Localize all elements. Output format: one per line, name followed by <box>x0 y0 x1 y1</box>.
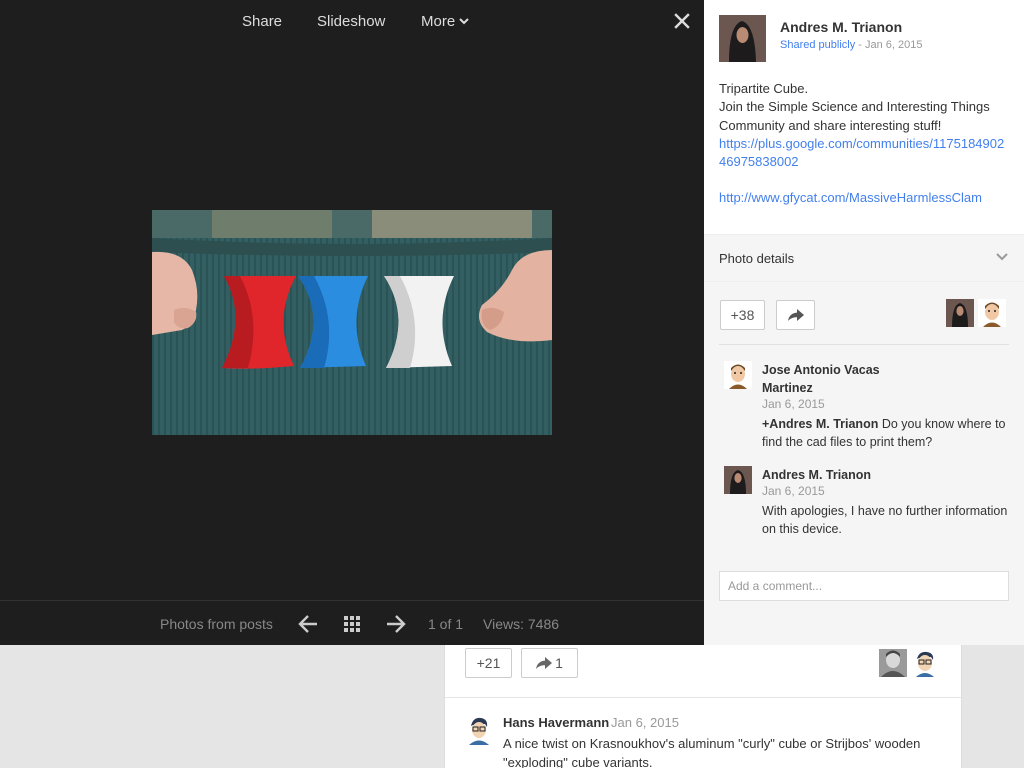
lightbox-toolbar: Share Slideshow More <box>0 0 704 44</box>
avatar-cartoon-man[interactable] <box>978 299 1006 327</box>
background-comment-date[interactable]: Jan 6, 2015 <box>611 715 679 730</box>
photo-counter: 1 of 1 <box>428 616 464 632</box>
post-author-name[interactable]: Andres M. Trianon <box>780 19 902 35</box>
reshare-icon <box>536 657 553 669</box>
close-icon[interactable] <box>672 11 692 31</box>
background-reshare-button[interactable]: 1 <box>521 648 578 678</box>
comment-author[interactable]: Andres M. Trianon <box>762 466 912 484</box>
photos-from-posts-link[interactable]: Photos from posts <box>160 616 273 632</box>
reshare-button[interactable] <box>776 300 815 330</box>
community-link[interactable]: https://plus.google.com/communities/1175… <box>719 135 1009 172</box>
comment-text: With apologies, I have no further inform… <box>762 504 1008 536</box>
chevron-down-icon <box>996 253 1008 261</box>
background-comment-text: A nice twist on Krasnoukhov's aluminum "… <box>503 736 921 768</box>
social-section: +38 Jose Antonio Vacas Martinez Jan 6, 2… <box>704 282 1024 645</box>
more-menu-button[interactable]: More <box>421 13 469 30</box>
background-post-card: +21 1 Hans Havermann Jan 6, 2015 A nice … <box>444 645 962 768</box>
main-photo[interactable] <box>152 210 552 435</box>
post-body: Tripartite Cube. Join the Simple Science… <box>719 80 1009 208</box>
plusers-avatars <box>946 299 1006 327</box>
view-count: Views: 7486 <box>483 616 560 632</box>
photo-details-label: Photo details <box>719 251 795 266</box>
author-avatar[interactable] <box>719 15 766 62</box>
background-plusers <box>879 649 939 677</box>
avatar-hooded-person[interactable] <box>724 466 752 494</box>
slideshow-button[interactable]: Slideshow <box>317 13 385 30</box>
chevron-down-icon <box>459 18 469 25</box>
avatar-hooded-person <box>719 15 766 62</box>
post-date[interactable]: Jan 6, 2015 <box>865 39 923 51</box>
post-description: Join the Simple Science and Interesting … <box>719 99 990 133</box>
post-spacer <box>719 171 1009 189</box>
lightbox-footer: Photos from posts 1 of 1 Views: 7486 <box>0 600 704 645</box>
meta-separator: - <box>858 39 862 51</box>
post-title-line: Tripartite Cube. <box>719 81 809 96</box>
avatar-cartoon-glasses[interactable] <box>465 715 493 745</box>
background-reshare-count: 1 <box>555 655 563 671</box>
avatar-cartoon-man[interactable] <box>724 361 752 389</box>
more-label: More <box>421 13 456 30</box>
arrow-left-icon[interactable] <box>297 613 319 635</box>
comment-text: +Andres M. Trianon Do you know where to … <box>762 415 1012 451</box>
add-comment-input[interactable] <box>719 571 1009 601</box>
avatar-grayscale-man[interactable] <box>879 649 907 677</box>
post-side-panel: Andres M. Trianon Shared publicly - Jan … <box>704 0 1024 645</box>
plus-one-button[interactable]: +38 <box>720 300 765 330</box>
background-post-actions: +21 1 <box>465 648 578 678</box>
background-plus-one-button[interactable]: +21 <box>465 648 512 678</box>
avatar-cartoon-glasses[interactable] <box>911 649 939 677</box>
photo-details-toggle[interactable]: Photo details <box>704 234 1024 282</box>
share-button[interactable]: Share <box>242 13 282 30</box>
post-share-meta: Shared publicly - Jan 6, 2015 <box>780 39 923 51</box>
avatar-hooded-person[interactable] <box>946 299 974 327</box>
social-divider <box>719 344 1009 345</box>
comment-mention[interactable]: +Andres M. Trianon <box>762 417 878 431</box>
gfycat-link[interactable]: http://www.gfycat.com/MassiveHarmlessCla… <box>719 189 1009 207</box>
background-comment-author[interactable]: Hans Havermann <box>503 715 609 730</box>
comment-date[interactable]: Jan 6, 2015 <box>762 397 825 411</box>
reshare-icon <box>787 309 804 321</box>
photo-lightbox: Share Slideshow More Photos from posts 1… <box>0 0 704 645</box>
visibility-link[interactable]: Shared publicly <box>780 39 855 51</box>
arrow-right-icon[interactable] <box>385 613 407 635</box>
comment-date[interactable]: Jan 6, 2015 <box>762 484 825 498</box>
grid-icon[interactable] <box>341 613 363 635</box>
photo-image <box>152 210 552 435</box>
background-divider <box>445 697 961 698</box>
comment-author[interactable]: Jose Antonio Vacas Martinez <box>762 361 912 397</box>
